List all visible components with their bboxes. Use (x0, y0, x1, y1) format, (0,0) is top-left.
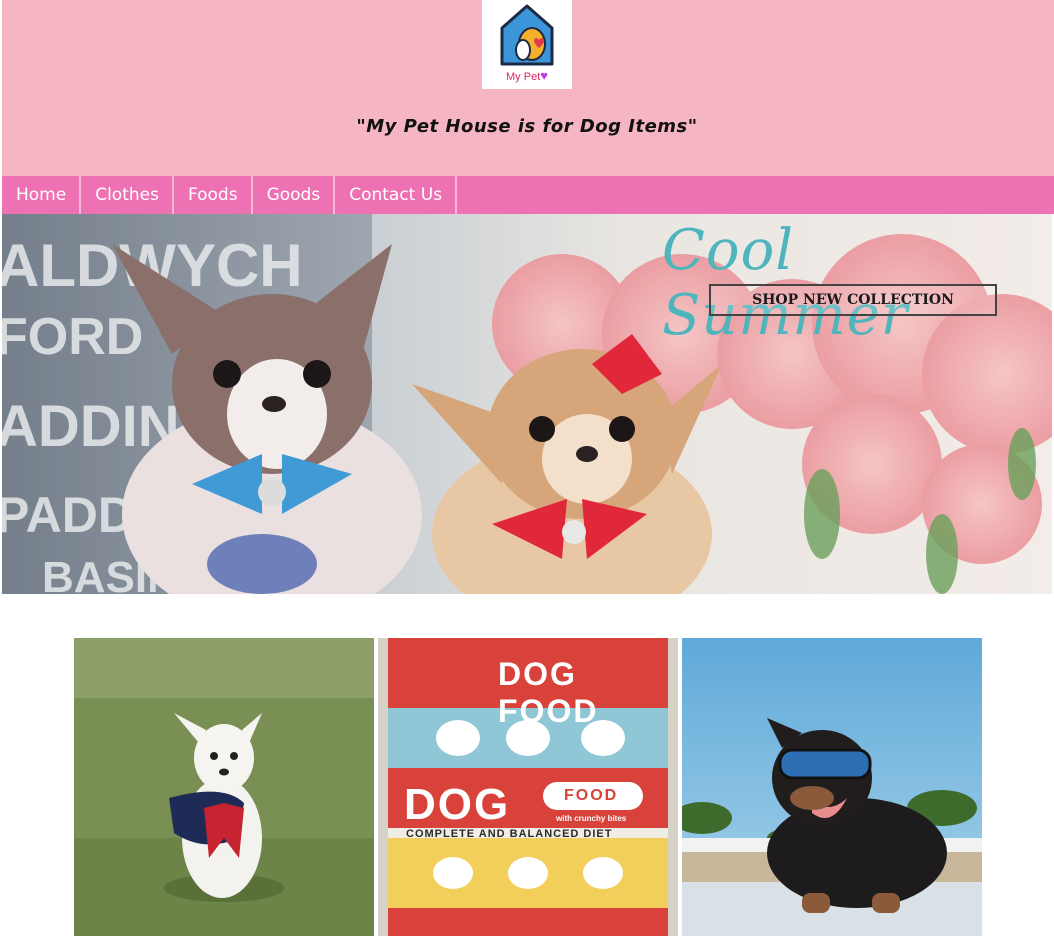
shop-new-collection-button[interactable]: SHOP NEW COLLECTION (709, 284, 997, 316)
gallery-tile-clothes[interactable] (74, 638, 374, 936)
nav-home[interactable]: Home (2, 176, 82, 214)
heart-icon: ♥ (540, 68, 548, 83)
hero-title: Cool Summer (662, 218, 909, 348)
nav-contact-us[interactable]: Contact Us (335, 176, 458, 214)
tin-tagline: COMPLETE AND BALANCED DIET (406, 828, 613, 840)
tin-label-food: FOOD (564, 787, 619, 804)
site-tagline: "My Pet House is for Dog Items" (356, 116, 698, 137)
main-nav: Home Clothes Foods Goods Contact Us (2, 176, 1054, 214)
white-dog-on-grass-image (74, 638, 374, 936)
gallery-tile-foods[interactable]: DOG FOOD DOG FOOD with crunchy bites COM… (378, 638, 678, 936)
dachshund-with-sunglasses-image (682, 638, 982, 936)
tin-label-top: DOG FOOD (498, 656, 599, 729)
logo-text: My Pet (506, 71, 541, 83)
site-logo[interactable]: My Pet♥ (482, 0, 572, 89)
product-gallery: DOG FOOD DOG FOOD with crunchy bites COM… (74, 638, 984, 936)
tin-sub: with crunchy bites (556, 814, 627, 823)
gallery-tile-goods[interactable] (682, 638, 982, 936)
house-dog-icon (500, 4, 554, 66)
svg-text:FORD: FORD (2, 308, 143, 366)
nav-clothes[interactable]: Clothes (81, 176, 174, 214)
hero-banner[interactable]: ALDWYCH FORD ADDIN PADDNG BASIN Cool Sum… (2, 214, 1052, 594)
nav-foods[interactable]: Foods (174, 176, 253, 214)
nav-goods[interactable]: Goods (253, 176, 336, 214)
tin-label-big: DOG (404, 780, 511, 829)
